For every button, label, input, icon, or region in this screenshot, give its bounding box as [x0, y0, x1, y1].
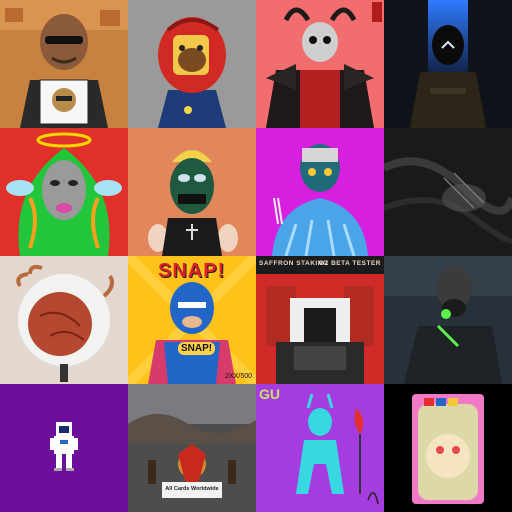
- tile-pixel-astronaut[interactable]: [0, 384, 128, 512]
- tile-cyan-demon[interactable]: GU: [256, 384, 384, 512]
- tile-bald-man-ape-card[interactable]: [0, 0, 128, 128]
- tile-samurai-skull[interactable]: [256, 0, 384, 128]
- tile-4-art: [384, 0, 512, 128]
- gu-tag: GU: [259, 386, 280, 402]
- oz-beta-tester-label: OZ BETA TESTER: [318, 260, 381, 267]
- tile-15-art: [256, 384, 384, 512]
- nft-grid: SNAP! SNAP! 2XX/500 SAFFRON STAKING OZ B…: [0, 0, 512, 512]
- tile-8-art: [384, 128, 512, 256]
- tile-12-art: [384, 256, 512, 384]
- tile-13-art: [0, 384, 128, 512]
- tile-hooded-figure-blue[interactable]: [384, 0, 512, 128]
- tile-boxed-figure[interactable]: [384, 384, 512, 512]
- tile-blue-crystal-figure[interactable]: [256, 128, 384, 256]
- snap-bubble-text: SNAP!: [158, 260, 226, 282]
- tile-helmet-bear-police[interactable]: [128, 0, 256, 128]
- tile-dark-abstract[interactable]: [384, 128, 512, 256]
- tile-1-art: [0, 0, 128, 128]
- tile-snap-comic-hero[interactable]: SNAP! SNAP! 2XX/500: [128, 256, 256, 384]
- tile-2-art: [128, 0, 256, 128]
- tile-9-art: [0, 256, 128, 384]
- battle-caption: All Cards Worldwide: [165, 486, 219, 492]
- tile-psychedelic-face[interactable]: [0, 128, 128, 256]
- tile-7-art: [256, 128, 384, 256]
- tile-6-art: [128, 128, 256, 256]
- tile-gas-mask-soldier[interactable]: [384, 256, 512, 384]
- tile-11-art: [256, 256, 384, 384]
- tile-green-masked-figure[interactable]: [128, 128, 256, 256]
- tile-14-art: [128, 384, 256, 512]
- tile-3-art: [256, 0, 384, 128]
- tile-saffron-staking[interactable]: SAFFRON STAKING OZ BETA TESTER: [256, 256, 384, 384]
- snap-chest-text: SNAP!: [178, 342, 216, 355]
- edition-counter: 2XX/500: [225, 373, 252, 380]
- tile-cracked-sphere[interactable]: [0, 256, 128, 384]
- tile-16-art: [384, 384, 512, 512]
- tile-5-art: [0, 128, 128, 256]
- tile-battle-scene[interactable]: All Cards Worldwide: [128, 384, 256, 512]
